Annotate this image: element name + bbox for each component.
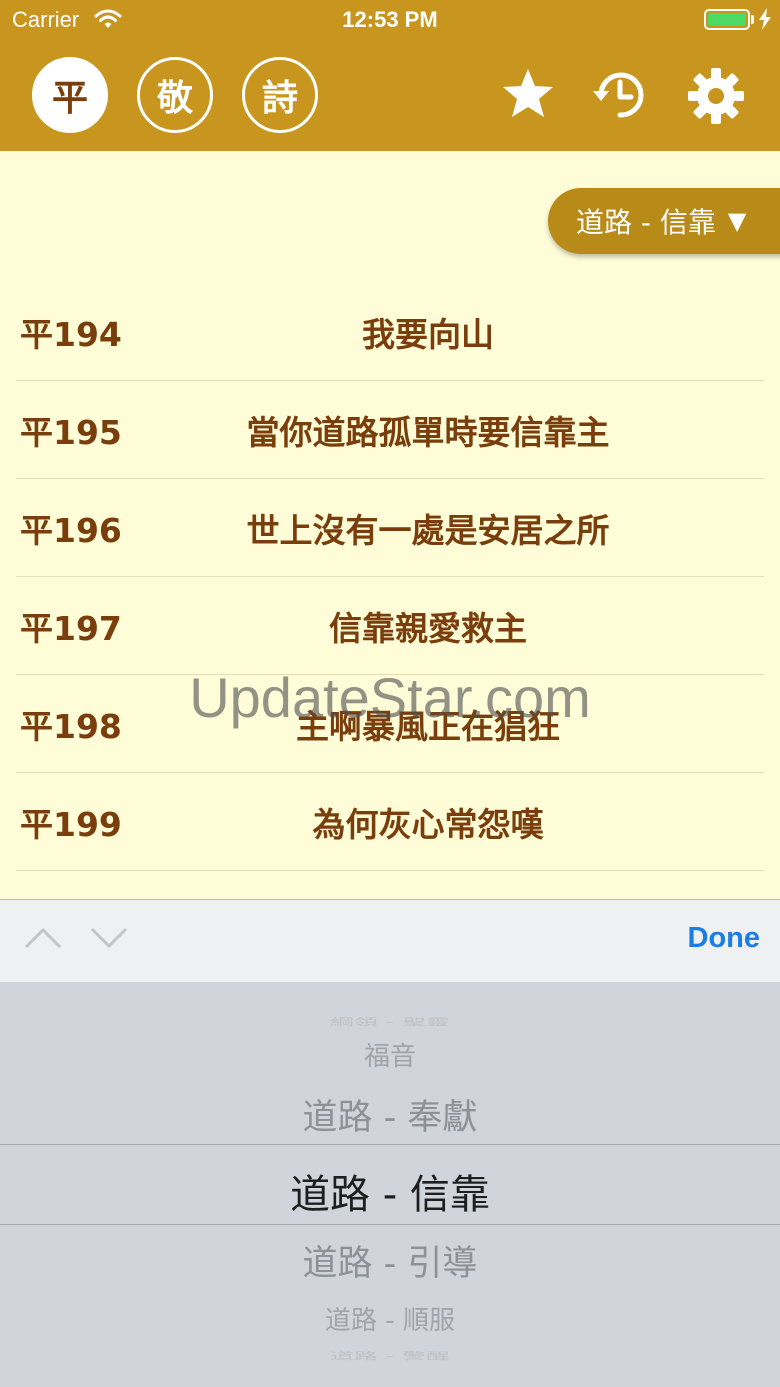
picker-selection-line [0, 1144, 780, 1145]
list-item[interactable]: 平197 信靠親愛救主 [16, 577, 764, 675]
tab-jing[interactable]: 敬 [137, 57, 213, 133]
star-icon[interactable] [500, 66, 556, 126]
picker-option-faded: 綱領 - 聖靈 [330, 1016, 450, 1029]
picker-selection-line [0, 1224, 780, 1225]
battery-nub [751, 15, 754, 24]
hymn-number: 平196 [20, 510, 122, 550]
charging-icon [758, 8, 772, 34]
picker-option[interactable]: 福音 [0, 1036, 780, 1073]
nav-bar: 平 敬 詩 [0, 40, 780, 151]
list-item[interactable]: 平195 當你道路孤單時要信靠主 [16, 381, 764, 479]
hymn-number: 平199 [20, 804, 122, 844]
previous-chevron-icon[interactable] [24, 926, 62, 954]
hymn-title: 為何灰心常怨嘆 [312, 804, 544, 844]
category-dropdown[interactable]: 道路 - 信靠 ▼ [548, 188, 780, 254]
hymn-title: 當你道路孤單時要信靠主 [246, 412, 610, 452]
status-bar: Carrier 12:53 PM [0, 0, 780, 40]
hymn-title: 我要向山 [362, 314, 494, 354]
hymn-title: 世上沒有一處是安居之所 [246, 510, 610, 550]
done-button[interactable]: Done [688, 922, 761, 955]
hymn-title: 主啊暴風正在猖狂 [296, 706, 560, 746]
hymn-number: 平197 [20, 608, 122, 648]
clock: 12:53 PM [342, 7, 438, 32]
picker-option[interactable]: 道路 - 引導 [0, 1235, 780, 1286]
list-item[interactable]: 平199 為何灰心常怨嘆 [16, 773, 764, 871]
picker-toolbar: Done [0, 899, 780, 982]
hymn-number: 平194 [20, 314, 122, 354]
hymn-list: 平194 我要向山 平195 當你道路孤單時要信靠主 平196 世上沒有一處是安… [16, 283, 764, 871]
list-item[interactable]: 平198 主啊暴風正在猖狂 [16, 675, 764, 773]
dropdown-arrow-icon: ▼ [727, 207, 747, 235]
list-item[interactable]: 平194 我要向山 [16, 283, 764, 381]
hymn-number: 平198 [20, 706, 122, 746]
history-icon[interactable] [591, 66, 649, 128]
gear-icon[interactable] [686, 66, 746, 130]
picker-option-selected[interactable]: 道路 - 信靠 [0, 1162, 780, 1220]
picker-option[interactable]: 道路 - 奉獻 [0, 1089, 780, 1140]
hymn-title: 信靠親愛救主 [329, 608, 527, 648]
category-label: 道路 - 信靠 [576, 206, 716, 239]
picker-option-faded: 道路 - 警醒 [330, 1350, 450, 1363]
tab-shi[interactable]: 詩 [242, 57, 318, 133]
hymn-number: 平195 [20, 412, 122, 452]
list-item[interactable]: 平196 世上沒有一處是安居之所 [16, 479, 764, 577]
tab-ping[interactable]: 平 [32, 57, 108, 133]
picker-option[interactable]: 道路 - 順服 [0, 1300, 780, 1337]
category-picker[interactable]: 綱領 - 聖靈 福音 道路 - 奉獻 道路 - 信靠 道路 - 引導 道路 - … [0, 982, 780, 1387]
battery-icon [704, 9, 750, 30]
next-chevron-icon[interactable] [90, 926, 128, 954]
